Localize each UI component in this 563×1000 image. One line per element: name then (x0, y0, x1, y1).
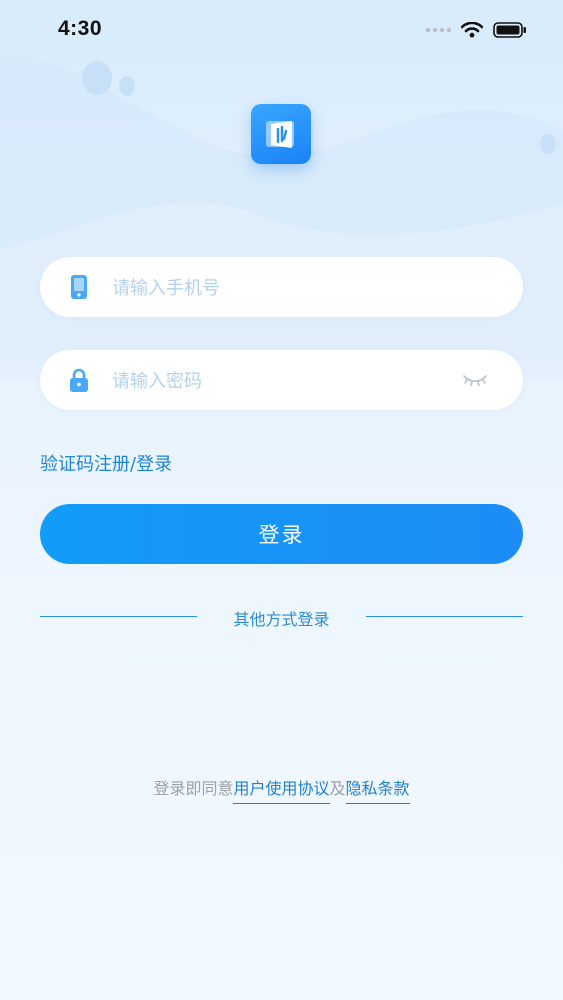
cellular-signal-icon (425, 27, 451, 33)
agreement-prefix: 登录即同意 (153, 779, 234, 798)
wifi-icon (461, 22, 483, 38)
agreement-conjunction: 及 (329, 779, 346, 798)
phone-input[interactable] (110, 269, 454, 307)
agreement-text: 登录即同意用户使用协议及隐私条款 (0, 775, 563, 804)
app-logo (251, 104, 311, 164)
status-icons (425, 22, 527, 38)
eye-closed-icon[interactable] (463, 372, 487, 388)
app-logo-icon (266, 121, 294, 148)
phone-field[interactable] (40, 257, 523, 317)
phone-icon (71, 275, 87, 299)
password-field[interactable] (40, 350, 523, 410)
divider-line-right (366, 616, 523, 617)
lock-icon (70, 368, 88, 392)
password-input[interactable] (110, 362, 454, 400)
sms-login-link[interactable]: 验证码注册/登录 (40, 450, 172, 476)
login-button[interactable]: 登录 (40, 504, 523, 564)
status-bar: 4:30 (0, 0, 563, 64)
status-time: 4:30 (58, 17, 103, 40)
privacy-policy-link[interactable]: 隐私条款 (345, 779, 410, 804)
other-login-methods-label: 其他方式登录 (233, 610, 330, 629)
user-agreement-link[interactable]: 用户使用协议 (233, 779, 330, 804)
battery-icon (493, 22, 526, 38)
